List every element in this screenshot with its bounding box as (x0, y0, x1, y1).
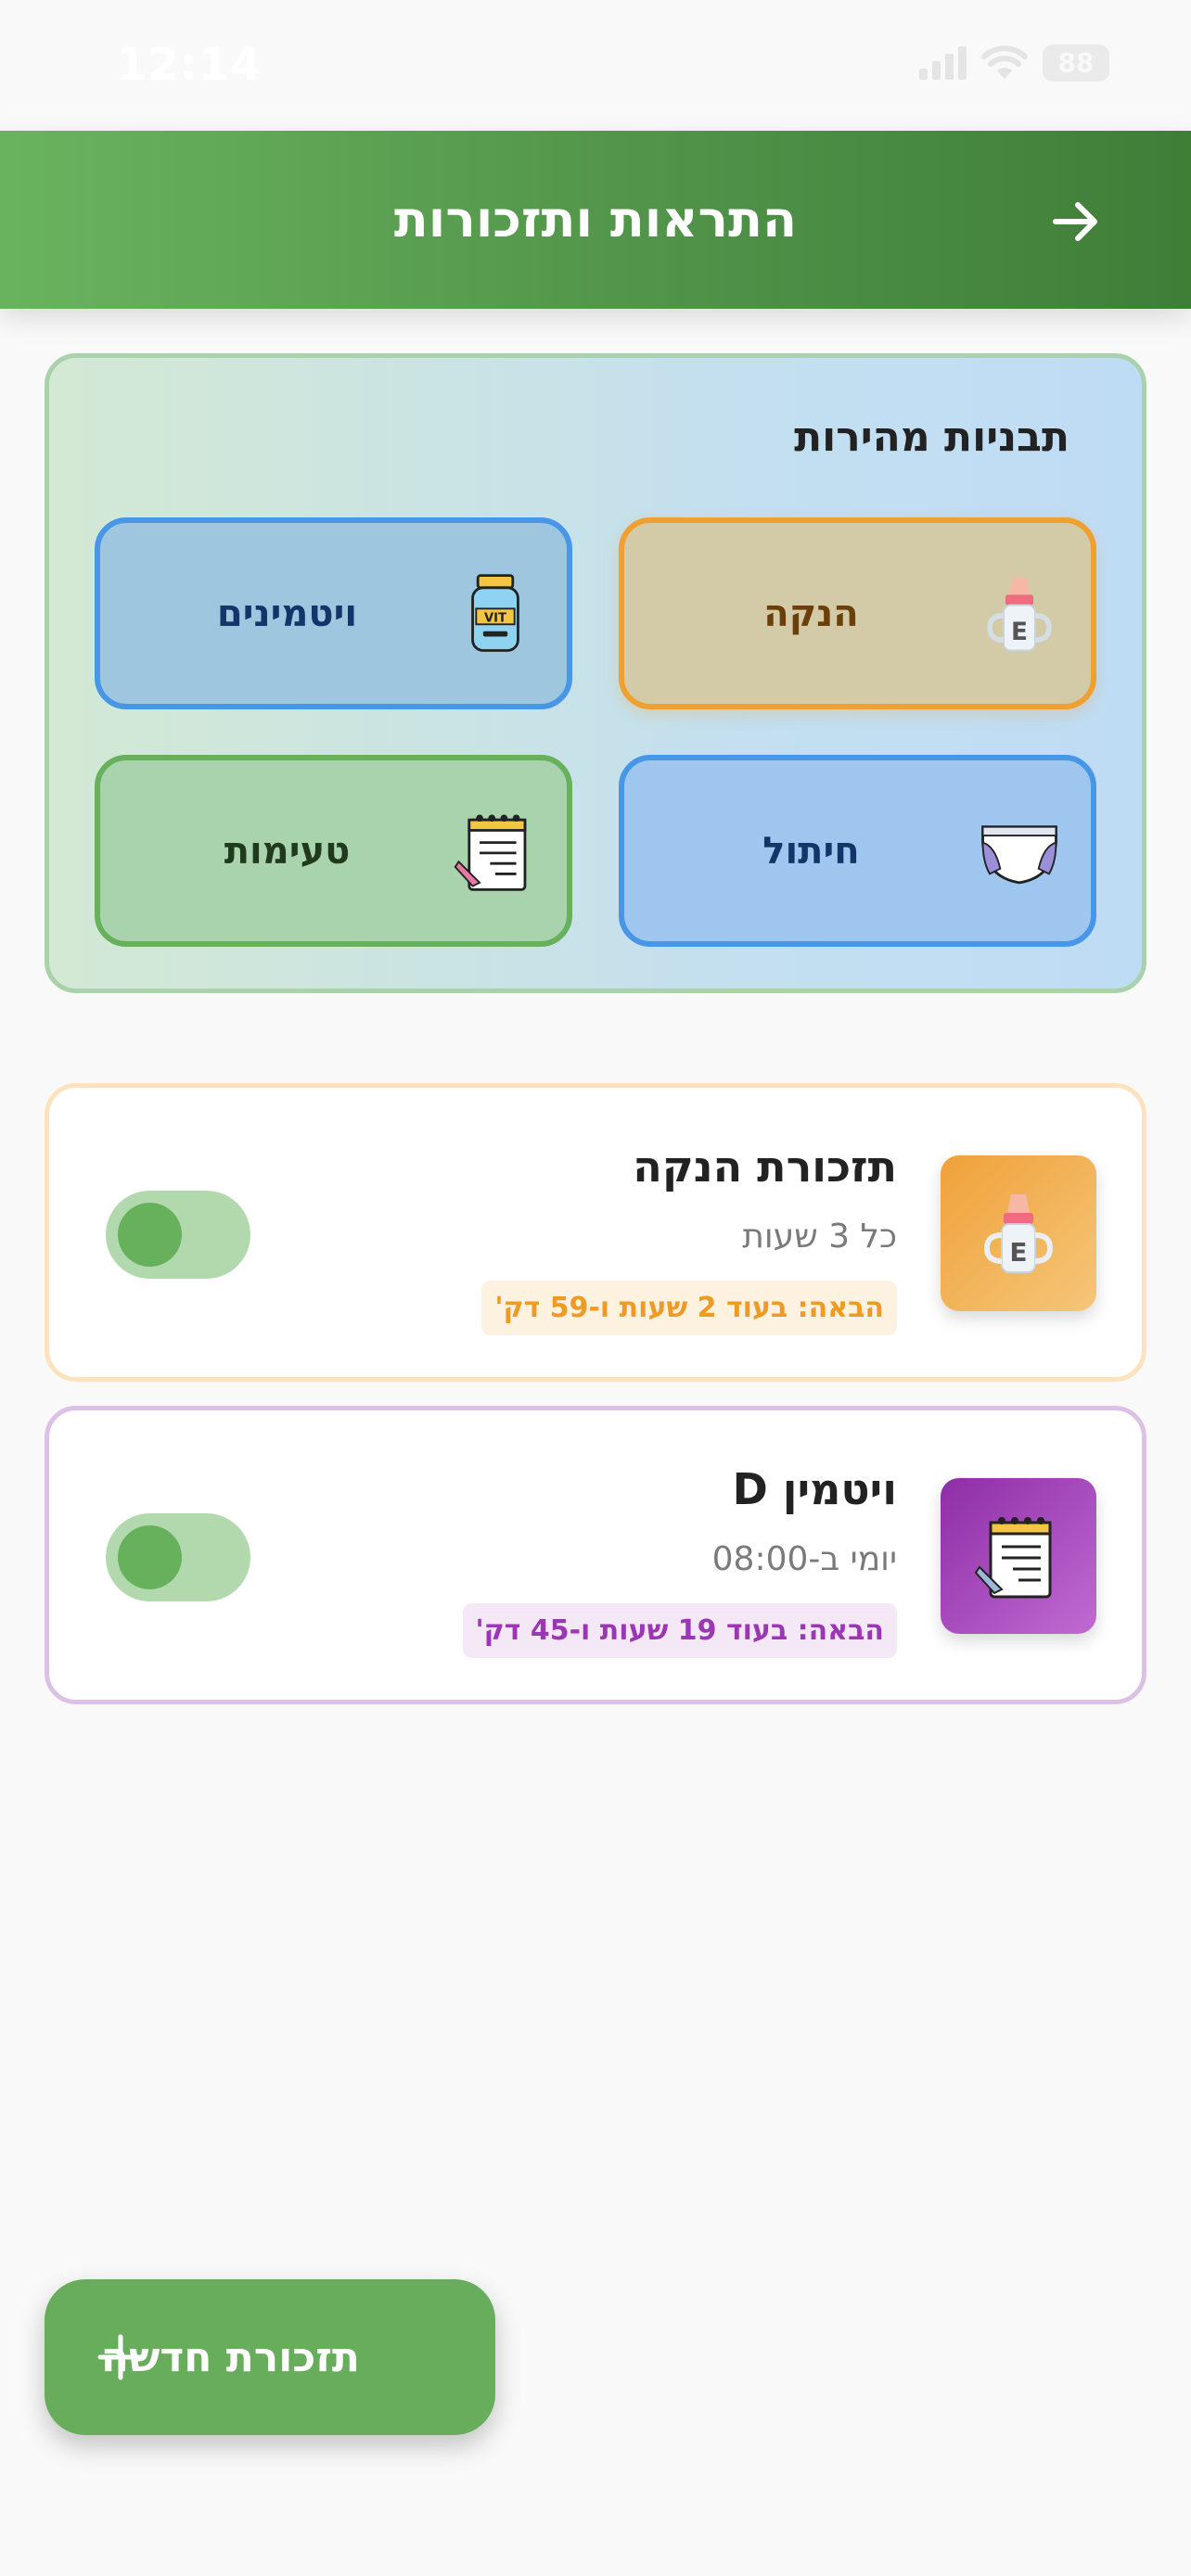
arrow-right-icon (1053, 202, 1097, 241)
quick-templates-title: תבניות מהירות (794, 414, 1069, 461)
reminder-frequency: כל 3 שעות (742, 1218, 897, 1256)
reminder-title: תזכורת הנקה (633, 1141, 897, 1192)
template-label: הנקה (763, 592, 859, 635)
template-label: טעימות (224, 829, 351, 873)
baby-bottle-icon: E (987, 577, 1052, 651)
reminder-card[interactable]: ויטמין D יומי ב-08:00 הבאה: בעוד 19 שעות… (45, 1406, 1146, 1704)
status-bar: 12:14 88 (0, 0, 1191, 131)
notepad-icon (974, 1517, 1052, 1599)
app-root: 12:14 88 התראות ותזכורות תבניות מהירות E… (0, 0, 1191, 2576)
page-title: התראות ותזכורות (393, 190, 798, 249)
toggle-knob (118, 1525, 182, 1589)
template-diaper-button[interactable]: חיתול (619, 755, 1096, 947)
reminder-frequency: יומי ב-08:00 (711, 1540, 897, 1578)
cellular-signal-icon (919, 46, 967, 80)
reminder-icon-tile (941, 1478, 1096, 1634)
svg-text:E: E (1011, 618, 1028, 646)
wifi-icon (981, 45, 1028, 79)
battery-icon: 88 (1043, 45, 1109, 82)
template-label: ויטמינים (216, 592, 358, 635)
template-tasting-button[interactable]: טעימות (95, 755, 572, 947)
svg-text:E: E (1009, 1237, 1027, 1268)
template-label: חיתול (762, 829, 860, 873)
toggle-knob (118, 1203, 182, 1267)
reminder-next-badge: הבאה: בעוד 2 שעות ו-59 דק' (481, 1281, 897, 1335)
baby-bottle-icon: E (983, 1194, 1054, 1273)
status-icons: 88 (919, 45, 1109, 82)
new-reminder-button[interactable]: תזכורת חדשה (45, 2279, 495, 2435)
back-button[interactable] (1039, 185, 1113, 259)
template-feeding-button[interactable]: E הנקה (619, 517, 1096, 709)
app-header: התראות ותזכורות (0, 131, 1191, 309)
plus-icon (97, 2334, 144, 2380)
vitamin-jar-icon: VIT (471, 573, 519, 652)
template-vitamins-button[interactable]: VIT ויטמינים (95, 517, 572, 709)
reminder-card[interactable]: E תזכורת הנקה כל 3 שעות הבאה: בעוד 2 שעו… (45, 1083, 1146, 1382)
svg-text:VIT: VIT (484, 611, 506, 625)
reminder-toggle[interactable] (106, 1191, 250, 1279)
reminder-toggle[interactable] (106, 1513, 250, 1601)
notepad-icon (454, 814, 527, 891)
status-time: 12:14 (116, 39, 263, 91)
reminder-next-badge: הבאה: בעוד 19 שעות ו-45 דק' (462, 1603, 897, 1658)
reminder-icon-tile: E (941, 1155, 1096, 1311)
diaper-icon (981, 824, 1057, 884)
reminder-title: ויטמין D (732, 1464, 897, 1514)
quick-templates-panel: תבניות מהירות E הנקה VIT ויטמינים חיתול … (45, 353, 1146, 993)
